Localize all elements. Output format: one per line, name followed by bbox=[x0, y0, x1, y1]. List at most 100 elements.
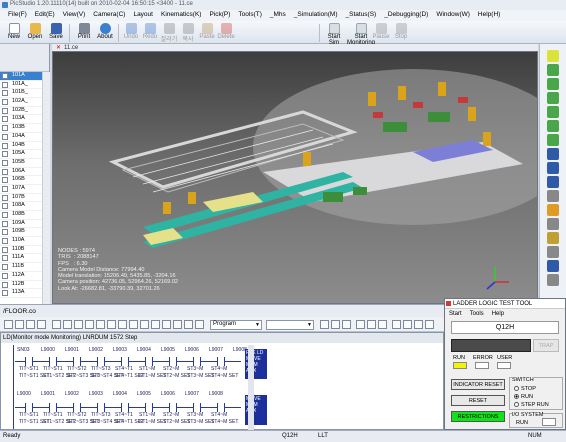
start-sim-button[interactable]: Start Sim bbox=[322, 22, 346, 46]
pause-button[interactable]: Pause bbox=[370, 22, 392, 44]
checkbox-icon[interactable] bbox=[2, 194, 8, 201]
ladder-tool-icon[interactable] bbox=[414, 320, 423, 329]
view-right-icon[interactable] bbox=[547, 106, 559, 118]
ladder-tool-icon[interactable] bbox=[129, 320, 138, 329]
switch-stop-radio[interactable]: STOP bbox=[514, 386, 536, 392]
trap-button[interactable]: TRAP bbox=[533, 339, 559, 352]
checkbox-icon[interactable] bbox=[2, 246, 8, 253]
stop-button[interactable]: Stop bbox=[390, 22, 412, 44]
menu-kinematics[interactable]: Kinematics(K) bbox=[157, 10, 205, 21]
ladder-tool-icon[interactable] bbox=[320, 320, 329, 329]
fit-icon[interactable] bbox=[547, 190, 559, 202]
list-scrollbar[interactable] bbox=[42, 72, 50, 304]
checkbox-icon[interactable] bbox=[2, 203, 8, 210]
menu-camera[interactable]: Camera(C) bbox=[89, 10, 129, 21]
target-select[interactable]: ▼ bbox=[266, 320, 314, 330]
ladder-tool-icon[interactable] bbox=[107, 320, 116, 329]
save-button[interactable]: Save bbox=[45, 22, 67, 44]
wireframe-icon[interactable] bbox=[547, 260, 559, 272]
ladder-tool-icon[interactable] bbox=[378, 320, 387, 329]
menu-layout[interactable]: Layout bbox=[129, 10, 157, 21]
ltt-menu-tools[interactable]: Tools bbox=[470, 311, 484, 319]
menu-simulation[interactable]: _Simulation(M) bbox=[290, 10, 342, 21]
ladder-tool-icon[interactable] bbox=[140, 320, 149, 329]
ladder-tool-icon[interactable] bbox=[118, 320, 127, 329]
select-icon[interactable] bbox=[547, 50, 559, 62]
ladder-tool-icon[interactable] bbox=[37, 320, 46, 329]
settings-icon[interactable] bbox=[547, 274, 559, 286]
checkbox-icon[interactable] bbox=[2, 81, 8, 88]
checkbox-icon[interactable] bbox=[2, 142, 8, 149]
menu-status[interactable]: _Status(S) bbox=[342, 10, 381, 21]
menu-mhs[interactable]: _Mhs bbox=[266, 10, 290, 21]
view-back-icon[interactable] bbox=[547, 78, 559, 90]
checkbox-icon[interactable] bbox=[2, 177, 8, 184]
menu-tools[interactable]: Tools(T) bbox=[234, 10, 265, 21]
checkbox-icon[interactable] bbox=[2, 99, 8, 106]
checkbox-icon[interactable] bbox=[2, 238, 8, 245]
view-left-icon[interactable] bbox=[547, 92, 559, 104]
checkbox-icon[interactable] bbox=[2, 133, 8, 140]
checkbox-icon[interactable] bbox=[2, 73, 8, 79]
menu-pick[interactable]: Pick(P) bbox=[205, 10, 234, 21]
menu-window[interactable]: Window(W) bbox=[432, 10, 474, 21]
ladder-tool-icon[interactable] bbox=[15, 320, 24, 329]
checkbox-icon[interactable] bbox=[2, 290, 8, 297]
switch-step-run-radio[interactable]: STEP RUN bbox=[514, 402, 549, 408]
ladder-tool-icon[interactable] bbox=[425, 320, 434, 329]
checkbox-icon[interactable] bbox=[2, 168, 8, 175]
section-icon[interactable] bbox=[547, 246, 559, 258]
ladder-tool-icon[interactable] bbox=[356, 320, 365, 329]
open-button[interactable]: Open bbox=[24, 22, 46, 44]
menu-edit[interactable]: Edit(E) bbox=[31, 10, 59, 21]
checkbox-icon[interactable] bbox=[2, 220, 8, 227]
checkbox-icon[interactable] bbox=[2, 125, 8, 132]
ladder-tool-icon[interactable] bbox=[63, 320, 72, 329]
ladder-tool-icon[interactable] bbox=[4, 320, 13, 329]
checkbox-icon[interactable] bbox=[2, 90, 8, 97]
ladder-tool-icon[interactable] bbox=[151, 320, 160, 329]
measure-icon[interactable] bbox=[547, 232, 559, 244]
menu-view[interactable]: View(V) bbox=[59, 10, 90, 21]
delete-button[interactable]: Delete bbox=[215, 22, 237, 44]
menu-debugging[interactable]: _Debugging(D) bbox=[380, 10, 432, 21]
view-top-icon[interactable] bbox=[547, 120, 559, 132]
rotate-icon[interactable] bbox=[547, 176, 559, 188]
ladder-tool-icon[interactable] bbox=[162, 320, 171, 329]
program-select[interactable]: Program ▼ bbox=[210, 320, 262, 330]
ladder-tool-icon[interactable] bbox=[184, 320, 193, 329]
ladder-tool-icon[interactable] bbox=[26, 320, 35, 329]
zoom-icon[interactable] bbox=[547, 148, 559, 160]
pan-icon[interactable] bbox=[547, 162, 559, 174]
new-button[interactable]: New bbox=[3, 22, 25, 44]
ltt-menu-start[interactable]: Start bbox=[449, 311, 462, 319]
restrictions-button[interactable]: RESTRICTIONS bbox=[451, 411, 505, 422]
checkbox-icon[interactable] bbox=[2, 272, 8, 279]
ladder-tool-icon[interactable] bbox=[74, 320, 83, 329]
checkbox-icon[interactable] bbox=[2, 185, 8, 192]
ladder-tool-icon[interactable] bbox=[342, 320, 351, 329]
ladder-tool-icon[interactable] bbox=[367, 320, 376, 329]
menu-file[interactable]: File(F) bbox=[4, 10, 31, 21]
checkbox-icon[interactable] bbox=[2, 229, 8, 236]
view-front-icon[interactable] bbox=[547, 64, 559, 76]
camera-icon[interactable] bbox=[547, 218, 559, 230]
checkbox-icon[interactable] bbox=[2, 212, 8, 218]
reset-button[interactable]: RESET bbox=[451, 395, 505, 406]
ladder-tool-icon[interactable] bbox=[96, 320, 105, 329]
light-icon[interactable] bbox=[547, 204, 559, 216]
ladder-tool-icon[interactable] bbox=[392, 320, 401, 329]
checkbox-icon[interactable] bbox=[2, 255, 8, 262]
print-button[interactable]: Print bbox=[73, 22, 95, 44]
ladder-tool-icon[interactable] bbox=[195, 320, 204, 329]
ladder-scrollbar[interactable] bbox=[248, 345, 254, 430]
about-button[interactable]: About bbox=[94, 22, 116, 44]
checkbox-icon[interactable] bbox=[2, 151, 8, 158]
ladder-tool-icon[interactable] bbox=[403, 320, 412, 329]
indicator-reset-button[interactable]: INDICATOR RESET bbox=[451, 379, 505, 390]
ladder-window[interactable]: LD(Monitor mode Monitoring) LNRDUM 1572 … bbox=[0, 332, 444, 430]
ladder-tool-icon[interactable] bbox=[331, 320, 340, 329]
ladder-tool-icon[interactable] bbox=[52, 320, 61, 329]
checkbox-icon[interactable] bbox=[2, 159, 8, 166]
ladder-tool-icon[interactable] bbox=[85, 320, 94, 329]
